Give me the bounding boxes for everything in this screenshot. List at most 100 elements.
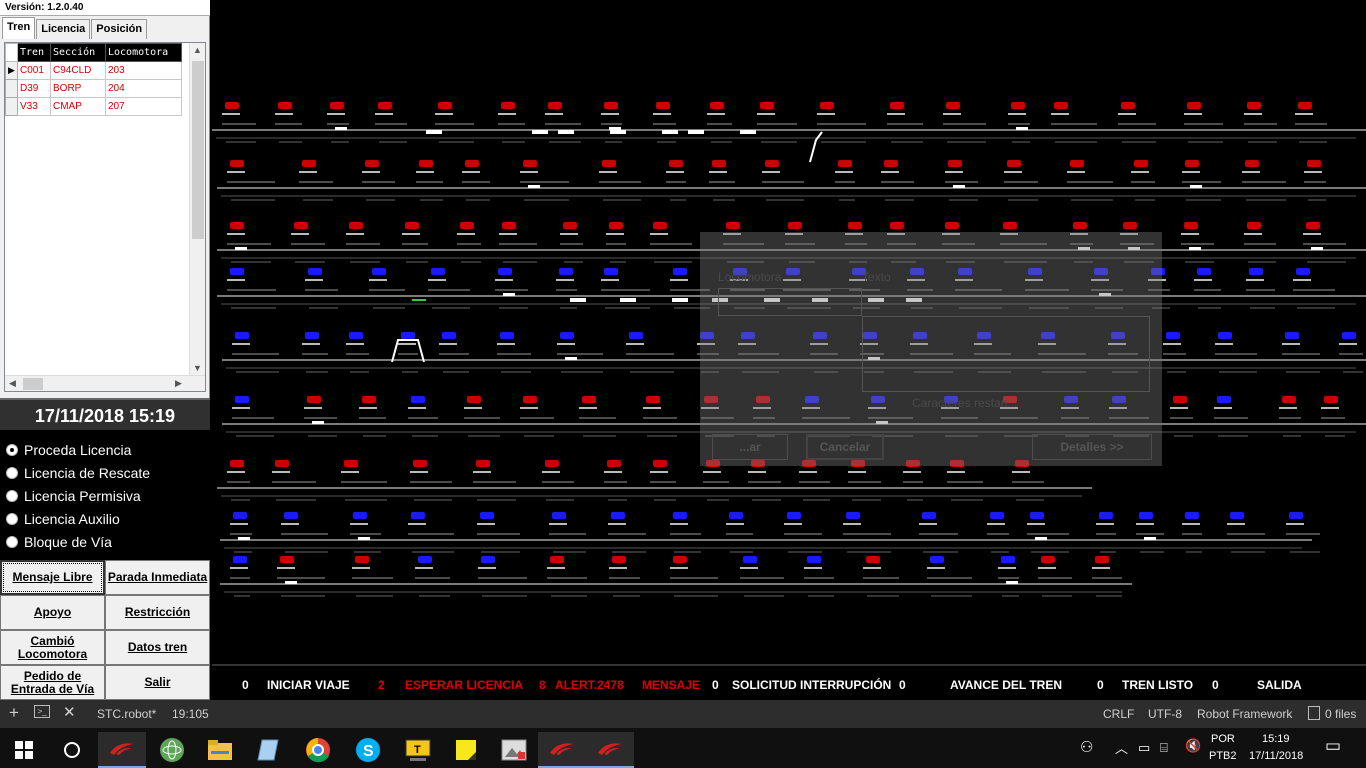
station-marker[interactable] — [1073, 222, 1087, 229]
radio-icon[interactable] — [6, 489, 18, 502]
table-row[interactable]: D39 BORP 204 — [5, 79, 182, 98]
station-marker[interactable] — [1054, 102, 1068, 109]
station-caption[interactable] — [227, 471, 245, 473]
station-caption[interactable] — [557, 343, 575, 345]
station-caption[interactable] — [362, 171, 380, 173]
station-caption[interactable] — [327, 113, 345, 115]
station-marker[interactable] — [502, 222, 516, 229]
station-marker[interactable] — [330, 102, 344, 109]
station-caption[interactable] — [1182, 171, 1200, 173]
row-selector[interactable] — [5, 97, 18, 116]
station-caption[interactable] — [599, 171, 617, 173]
station-caption[interactable] — [1295, 113, 1313, 115]
station-caption[interactable] — [281, 523, 299, 525]
station-marker[interactable] — [890, 222, 904, 229]
station-marker[interactable] — [1247, 102, 1261, 109]
station-marker[interactable] — [930, 556, 944, 563]
station-caption[interactable] — [1339, 343, 1357, 345]
salir-button[interactable]: Salir — [105, 665, 210, 700]
station-caption[interactable] — [304, 407, 322, 409]
station-marker[interactable] — [669, 160, 683, 167]
station-marker[interactable] — [419, 160, 433, 167]
station-caption[interactable] — [346, 233, 364, 235]
station-caption[interactable] — [1194, 279, 1212, 281]
avance-label[interactable]: AVANCE DEL TREN — [950, 678, 1062, 692]
station-caption[interactable] — [998, 567, 1016, 569]
station-caption[interactable] — [435, 113, 453, 115]
sticky-notes-icon[interactable] — [442, 732, 490, 768]
tray-date[interactable]: 17/11/2018 — [1249, 750, 1303, 762]
station-caption[interactable] — [1184, 113, 1202, 115]
station-marker[interactable] — [866, 556, 880, 563]
station-caption[interactable] — [227, 171, 245, 173]
station-marker[interactable] — [230, 222, 244, 229]
station-marker[interactable] — [945, 222, 959, 229]
station-marker[interactable] — [1249, 268, 1263, 275]
station-caption[interactable] — [462, 171, 480, 173]
station-caption[interactable] — [1244, 233, 1262, 235]
station-caption[interactable] — [428, 279, 446, 281]
station-marker[interactable] — [1218, 332, 1232, 339]
station-caption[interactable] — [556, 279, 574, 281]
station-caption[interactable] — [1244, 113, 1262, 115]
station-caption[interactable] — [1279, 407, 1297, 409]
train-grid[interactable]: Tren Sección Locomotora ▶ C001 C94CLD 20… — [4, 42, 206, 392]
cell-locomotora[interactable]: 203 — [105, 61, 182, 80]
station-caption[interactable] — [919, 523, 937, 525]
station-marker[interactable] — [545, 460, 559, 467]
station-marker[interactable] — [1001, 556, 1015, 563]
windows-start-icon[interactable] — [0, 732, 48, 768]
station-marker[interactable] — [656, 102, 670, 109]
station-caption[interactable] — [601, 279, 619, 281]
station-caption[interactable] — [835, 171, 853, 173]
station-marker[interactable] — [1070, 160, 1084, 167]
station-marker[interactable] — [559, 268, 573, 275]
station-caption[interactable] — [1215, 343, 1233, 345]
salida-label[interactable]: SALIDA — [1257, 678, 1302, 692]
pedido-entrada-via-button[interactable]: Pedido de Entrada de Vía — [0, 665, 105, 700]
station-caption[interactable] — [1227, 523, 1245, 525]
station-marker[interactable] — [563, 222, 577, 229]
grid-horizontal-scrollbar[interactable]: ◀ ▶ — [5, 375, 205, 391]
station-caption[interactable] — [1067, 171, 1085, 173]
station-marker[interactable] — [1307, 160, 1321, 167]
station-marker[interactable] — [1185, 160, 1199, 167]
station-caption[interactable] — [352, 567, 370, 569]
stc-app-icon[interactable] — [98, 732, 146, 768]
keyboard-layout[interactable]: PTB2 — [1209, 750, 1237, 762]
station-marker[interactable] — [1134, 160, 1148, 167]
row-selector-icon[interactable]: ▶ — [5, 61, 18, 80]
station-caption[interactable] — [549, 523, 567, 525]
station-caption[interactable] — [843, 523, 861, 525]
station-caption[interactable] — [653, 113, 671, 115]
station-marker[interactable] — [1030, 512, 1044, 519]
station-marker[interactable] — [405, 222, 419, 229]
station-caption[interactable] — [703, 471, 721, 473]
add-icon[interactable]: + — [9, 703, 19, 723]
station-marker[interactable] — [1095, 556, 1109, 563]
files-icon[interactable] — [1308, 706, 1320, 720]
station-caption[interactable] — [1012, 471, 1030, 473]
station-marker[interactable] — [365, 160, 379, 167]
station-caption[interactable] — [473, 471, 491, 473]
station-marker[interactable] — [275, 460, 289, 467]
notifications-icon[interactable]: ▭ — [1325, 736, 1341, 756]
input-language[interactable]: POR — [1211, 733, 1235, 745]
row-selector[interactable] — [5, 79, 18, 98]
station-caption[interactable] — [1118, 113, 1136, 115]
station-marker[interactable] — [1139, 512, 1153, 519]
horizontal-scroll-thumb[interactable] — [23, 378, 43, 390]
tab-tren[interactable]: Tren — [2, 17, 36, 39]
datos-tren-button[interactable]: Datos tren — [105, 630, 210, 665]
station-marker[interactable] — [284, 512, 298, 519]
station-marker[interactable] — [946, 102, 960, 109]
station-caption[interactable] — [542, 471, 560, 473]
scroll-right-icon[interactable]: ▶ — [175, 378, 182, 389]
station-caption[interactable] — [626, 343, 644, 345]
station-caption[interactable] — [222, 113, 240, 115]
vertical-scroll-thumb[interactable] — [192, 61, 204, 239]
station-caption[interactable] — [408, 523, 426, 525]
station-marker[interactable] — [729, 512, 743, 519]
station-marker[interactable] — [523, 396, 537, 403]
station-marker[interactable] — [372, 268, 386, 275]
